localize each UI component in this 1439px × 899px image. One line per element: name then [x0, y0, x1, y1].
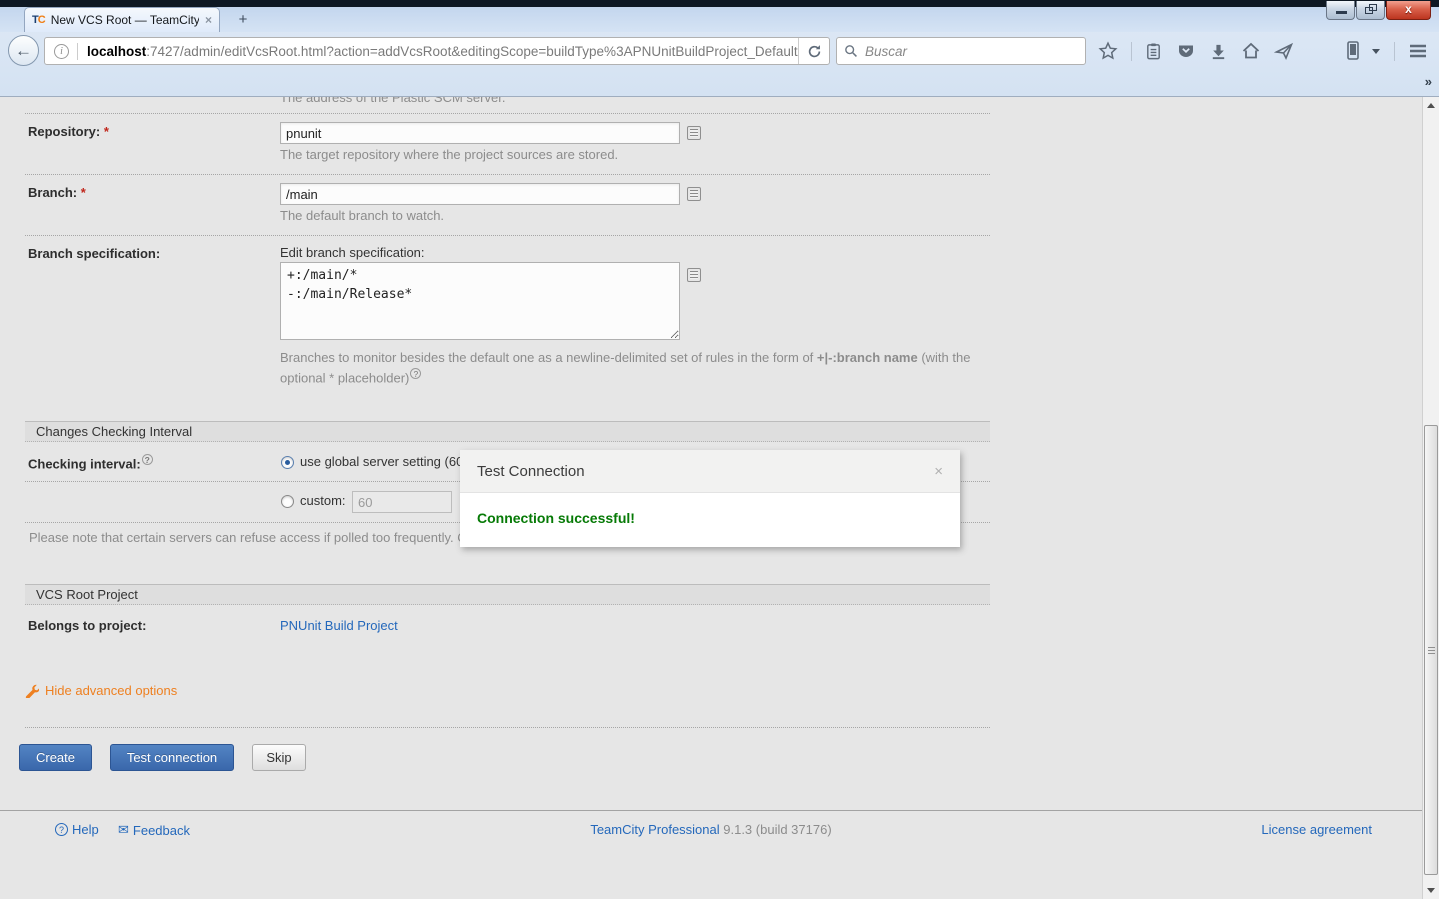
repository-help: The target repository where the project … [280, 147, 618, 162]
scroll-up-icon [1427, 103, 1435, 108]
tab-close-icon[interactable]: × [205, 13, 212, 27]
dialog-header[interactable]: Test Connection × [460, 450, 960, 493]
page-footer: Help ✉Feedback TeamCity Professional 9.1… [0, 810, 1422, 899]
version-info: TeamCity Professional 9.1.3 (build 37176… [0, 822, 1422, 837]
page-info-icon[interactable]: i [54, 44, 69, 59]
checking-interval-label: Checking interval: [28, 454, 153, 471]
section-vcs-root-project: VCS Root Project [25, 584, 990, 605]
repository-label: Repository: * [28, 124, 109, 139]
parameter-icon[interactable] [687, 187, 701, 201]
dialog-title: Test Connection [477, 463, 934, 480]
search-icon [844, 44, 858, 58]
tab-strip: TC New VCS Root — TeamCity × + [0, 7, 1439, 32]
dialog-body: Connection successful! [460, 493, 960, 547]
branch-spec-textarea[interactable] [280, 262, 680, 340]
window-controls: x [1325, 1, 1431, 20]
radio-custom-interval[interactable] [281, 495, 294, 508]
pocket-icon[interactable] [1176, 41, 1196, 61]
edit-branch-spec-label: Edit branch specification: [280, 245, 425, 260]
chevron-down-icon[interactable] [1372, 49, 1380, 54]
scrollbar-thumb[interactable] [1424, 425, 1438, 875]
minimize-icon [1336, 11, 1347, 14]
new-tab-button[interactable]: + [230, 10, 256, 31]
restore-button[interactable] [1356, 1, 1385, 20]
parameter-icon[interactable] [687, 268, 701, 282]
dialog-close-icon[interactable]: × [934, 464, 943, 479]
browser-chrome: TC New VCS Root — TeamCity × + x ← i loc… [0, 0, 1439, 97]
share-plane-icon[interactable] [1274, 41, 1294, 61]
clipped-help-line: The address of the Plastic SCM server. [280, 97, 505, 105]
search-bar[interactable] [836, 37, 1086, 65]
menu-hamburger-icon[interactable] [1407, 41, 1429, 61]
overflow-chevron-icon[interactable]: » [1425, 74, 1432, 89]
browser-tab[interactable]: TC New VCS Root — TeamCity × [24, 7, 220, 32]
teamcity-product-link[interactable]: TeamCity Professional [590, 822, 719, 837]
address-bar[interactable]: i localhost :7427/admin/editVcsRoot.html… [44, 37, 830, 65]
navigation-toolbar: ← i localhost :7427/admin/editVcsRoot.ht… [0, 32, 1439, 70]
bookmarks-strip: » [0, 70, 1439, 96]
toolbar-icons [1098, 37, 1307, 65]
project-link[interactable]: PNUnit Build Project [280, 618, 398, 633]
branch-help: The default branch to watch. [280, 208, 444, 223]
polling-note: Please note that certain servers can ref… [29, 530, 488, 545]
bookmarks-list-icon[interactable] [1144, 42, 1163, 61]
thumb-grip [1428, 647, 1435, 655]
downloads-icon[interactable] [1209, 42, 1228, 61]
parameter-icon[interactable] [687, 126, 701, 140]
radio-use-global-setting[interactable] [281, 456, 294, 469]
search-input[interactable] [865, 41, 1085, 61]
test-connection-button[interactable]: Test connection [110, 744, 234, 771]
radio-use-global-label[interactable]: use global server setting (60 [300, 454, 463, 469]
branch-spec-help: Branches to monitor besides the default … [280, 348, 988, 388]
create-button[interactable]: Create [19, 744, 92, 771]
home-icon[interactable] [1241, 41, 1261, 61]
belongs-to-project-label: Belongs to project: [28, 618, 146, 633]
tab-title: New VCS Root — TeamCity [51, 13, 199, 27]
connection-status-message: Connection successful! [477, 510, 635, 526]
scroll-down-icon [1427, 888, 1435, 893]
test-connection-dialog: Test Connection × Connection successful! [460, 450, 960, 547]
wrench-icon [24, 683, 39, 698]
reload-icon [807, 44, 822, 59]
hide-advanced-options-link[interactable]: Hide advanced options [24, 683, 177, 698]
minimize-button[interactable] [1326, 1, 1355, 20]
branch-input[interactable] [280, 183, 680, 205]
repository-input[interactable] [280, 122, 680, 144]
custom-interval-input[interactable] [352, 491, 452, 513]
bookmark-star-icon[interactable] [1098, 41, 1118, 61]
close-button[interactable]: x [1386, 1, 1431, 20]
vertical-scrollbar[interactable] [1422, 97, 1439, 899]
teamcity-favicon: TC [32, 14, 45, 26]
page-content: The address of the Plastic SCM server. R… [0, 97, 1439, 899]
toolbar-icons-right [1344, 37, 1439, 65]
url-host: localhost [87, 44, 146, 59]
branch-label: Branch: * [28, 185, 86, 200]
skip-button[interactable]: Skip [252, 744, 306, 771]
scroll-down-button[interactable] [1423, 882, 1439, 899]
branch-spec-label: Branch specification: [28, 246, 160, 261]
section-changes-checking-interval: Changes Checking Interval [25, 421, 990, 442]
help-icon[interactable] [410, 368, 421, 379]
device-icon[interactable] [1344, 40, 1362, 62]
reload-button[interactable] [798, 38, 829, 64]
help-icon[interactable] [142, 454, 153, 465]
license-agreement-link[interactable]: License agreement [1261, 822, 1372, 837]
radio-custom-label[interactable]: custom: [300, 493, 346, 508]
scroll-up-button[interactable] [1423, 97, 1439, 114]
url-path: :7427/admin/editVcsRoot.html?action=addV… [146, 44, 798, 59]
back-button[interactable]: ← [8, 35, 39, 66]
close-icon: x [1387, 1, 1430, 19]
window-titlebar [0, 0, 1439, 7]
